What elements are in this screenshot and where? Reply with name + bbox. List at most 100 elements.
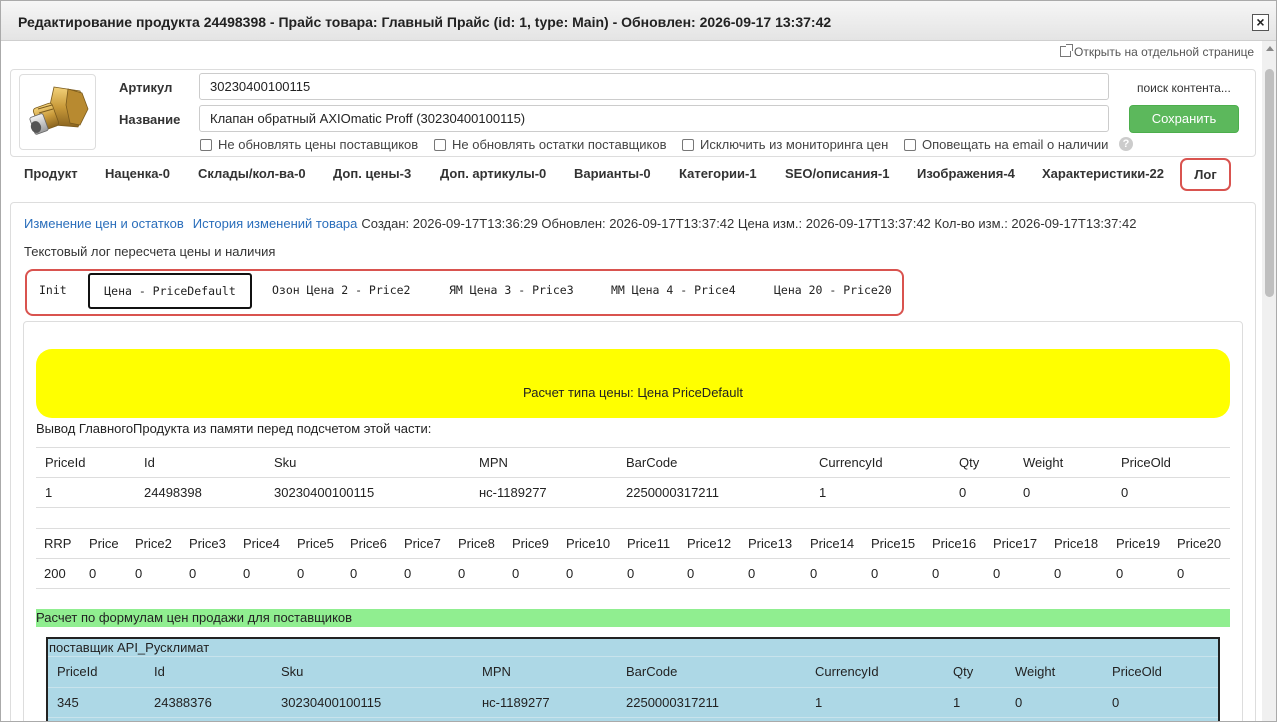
table-cell: 0 [1112, 695, 1120, 710]
table-header: Price5 [297, 536, 334, 551]
table-cell: нс-1189277 [479, 485, 547, 500]
tab-variants[interactable]: Варианты-0 [574, 166, 651, 181]
scrollbar-thumb[interactable] [1265, 69, 1274, 297]
article-input[interactable]: 30230400100115 [199, 73, 1109, 100]
table-cell: 0 [1121, 485, 1129, 500]
table-header: Sku [281, 664, 304, 679]
product-tabs: Продукт Наценка-0 Склады/кол-ва-0 Доп. ц… [1, 157, 1256, 191]
table-cell: 0 [1023, 485, 1031, 500]
table-header: BarCode [626, 664, 678, 679]
table-divider [48, 717, 1218, 718]
table-divider [36, 588, 1230, 589]
table-header: PriceId [45, 455, 86, 470]
table-cell: нс-1189277 [482, 695, 550, 710]
name-label: Название [119, 112, 181, 127]
supplier-section-title: Расчет по формулам цен продажи для поста… [36, 610, 353, 625]
tab-images[interactable]: Изображения-4 [917, 166, 1015, 181]
table-header: Price10 [566, 536, 611, 551]
checkbox-label: Исключить из мониторинга цен [700, 137, 889, 152]
subtab-price20[interactable]: Цена 20 - Price20 [774, 283, 892, 297]
product-thumbnail[interactable] [19, 74, 96, 150]
table-header: Price4 [243, 536, 280, 551]
tab-extra-prices[interactable]: Доп. цены-3 [333, 166, 411, 181]
tab-log[interactable]: Лог [1180, 158, 1231, 191]
table-header: Price3 [189, 536, 226, 551]
table-divider [36, 528, 1230, 529]
timestamps-text: Создан: 2026-09-17T13:36:29 Обновлен: 20… [361, 216, 1137, 231]
subtab-init[interactable]: Init [39, 283, 67, 297]
search-content-link[interactable]: поиск контента... [1137, 81, 1231, 95]
save-button[interactable]: Сохранить [1129, 105, 1239, 133]
checkbox-label: Не обновлять остатки поставщиков [452, 137, 667, 152]
table-header: Price14 [810, 536, 855, 551]
tab-characteristics[interactable]: Характеристики-22 [1042, 166, 1164, 181]
table-header: PriceOld [1112, 664, 1162, 679]
scroll-up-icon[interactable] [1266, 46, 1274, 51]
table-header: Price8 [458, 536, 495, 551]
table-header: MPN [482, 664, 511, 679]
table-header: Price13 [748, 536, 793, 551]
vertical-scrollbar[interactable] [1262, 41, 1276, 721]
tab-markup[interactable]: Наценка-0 [105, 166, 170, 181]
valve-image-icon [29, 86, 89, 135]
checkbox-box[interactable] [682, 139, 694, 151]
table-cell: 0 [959, 485, 967, 500]
table-header: Price19 [1116, 536, 1161, 551]
table-header: Weight [1015, 664, 1056, 679]
close-icon[interactable]: × [1252, 14, 1269, 31]
tab-categories[interactable]: Категории-1 [679, 166, 757, 181]
table-header: PriceId [57, 664, 98, 679]
subtab-ozon-price2[interactable]: Озон Цена 2 - Price2 [272, 283, 410, 297]
checkbox-box[interactable] [200, 139, 212, 151]
table-divider [36, 558, 1230, 559]
calc-banner [36, 349, 1230, 418]
table-cell: 24498398 [144, 485, 202, 500]
table-divider [36, 507, 1230, 508]
price-stock-changes-link[interactable]: Изменение цен и остатков [24, 216, 184, 231]
name-input[interactable]: Клапан обратный AXIOmatic Proff (3023040… [199, 105, 1109, 132]
table-divider [48, 656, 1218, 657]
table-header: BarCode [626, 455, 678, 470]
tab-seo[interactable]: SEO/описания-1 [785, 166, 889, 181]
tab-warehouses[interactable]: Склады/кол-ва-0 [198, 166, 306, 181]
table-cell: 0 [512, 566, 520, 581]
help-icon[interactable]: ? [1119, 137, 1133, 151]
tab-product[interactable]: Продукт [24, 166, 78, 181]
checkbox-box[interactable] [904, 139, 916, 151]
notify-email-availability-checkbox[interactable]: Оповещать на email о наличии [904, 137, 1108, 152]
table-cell: 0 [1177, 566, 1185, 581]
no-update-supplier-prices-checkbox[interactable]: Не обновлять цены поставщиков [200, 137, 418, 152]
table-cell: 345 [57, 695, 79, 710]
checkbox-box[interactable] [434, 139, 446, 151]
open-separate-page-link[interactable]: Открыть на отдельной странице [1060, 44, 1254, 59]
table-cell: 1 [819, 485, 827, 500]
subtab-ym-price3[interactable]: ЯМ Цена 3 - Price3 [449, 283, 574, 297]
table-header: Price20 [1177, 536, 1222, 551]
table-cell: 0 [458, 566, 466, 581]
table-cell: 200 [44, 566, 66, 581]
product-history-link[interactable]: История изменений товара [193, 216, 358, 231]
table-header: Sku [274, 455, 297, 470]
table-header: PriceOld [1121, 455, 1171, 470]
no-update-supplier-stock-checkbox[interactable]: Не обновлять остатки поставщиков [434, 137, 667, 152]
exclude-price-monitoring-checkbox[interactable]: Исключить из мониторинга цен [682, 137, 888, 152]
table-header: Price16 [932, 536, 977, 551]
table-header: Price7 [404, 536, 441, 551]
table-cell: 0 [135, 566, 143, 581]
table-cell: 30230400100115 [274, 485, 375, 500]
table-cell: 0 [627, 566, 635, 581]
subtab-mm-price4[interactable]: ММ Цена 4 - Price4 [611, 283, 736, 297]
table-cell: 0 [687, 566, 695, 581]
dialog-titlebar: Редактирование продукта 24498398 - Прайс… [1, 1, 1276, 41]
checkbox-label: Не обновлять цены поставщиков [218, 137, 419, 152]
table-cell: 24388376 [154, 695, 212, 710]
table-header: Price9 [512, 536, 549, 551]
dialog-title: Редактирование продукта 24498398 - Прайс… [18, 14, 832, 30]
table-header: Price18 [1054, 536, 1099, 551]
table-cell: 30230400100115 [281, 695, 382, 710]
subtab-price-default[interactable]: Цена - PriceDefault [88, 273, 252, 309]
tab-extra-articles[interactable]: Доп. артикулы-0 [440, 166, 546, 181]
supplier-name: поставщик API_Русклимат [49, 640, 210, 655]
table-cell: 0 [350, 566, 358, 581]
table-cell: 0 [1054, 566, 1062, 581]
